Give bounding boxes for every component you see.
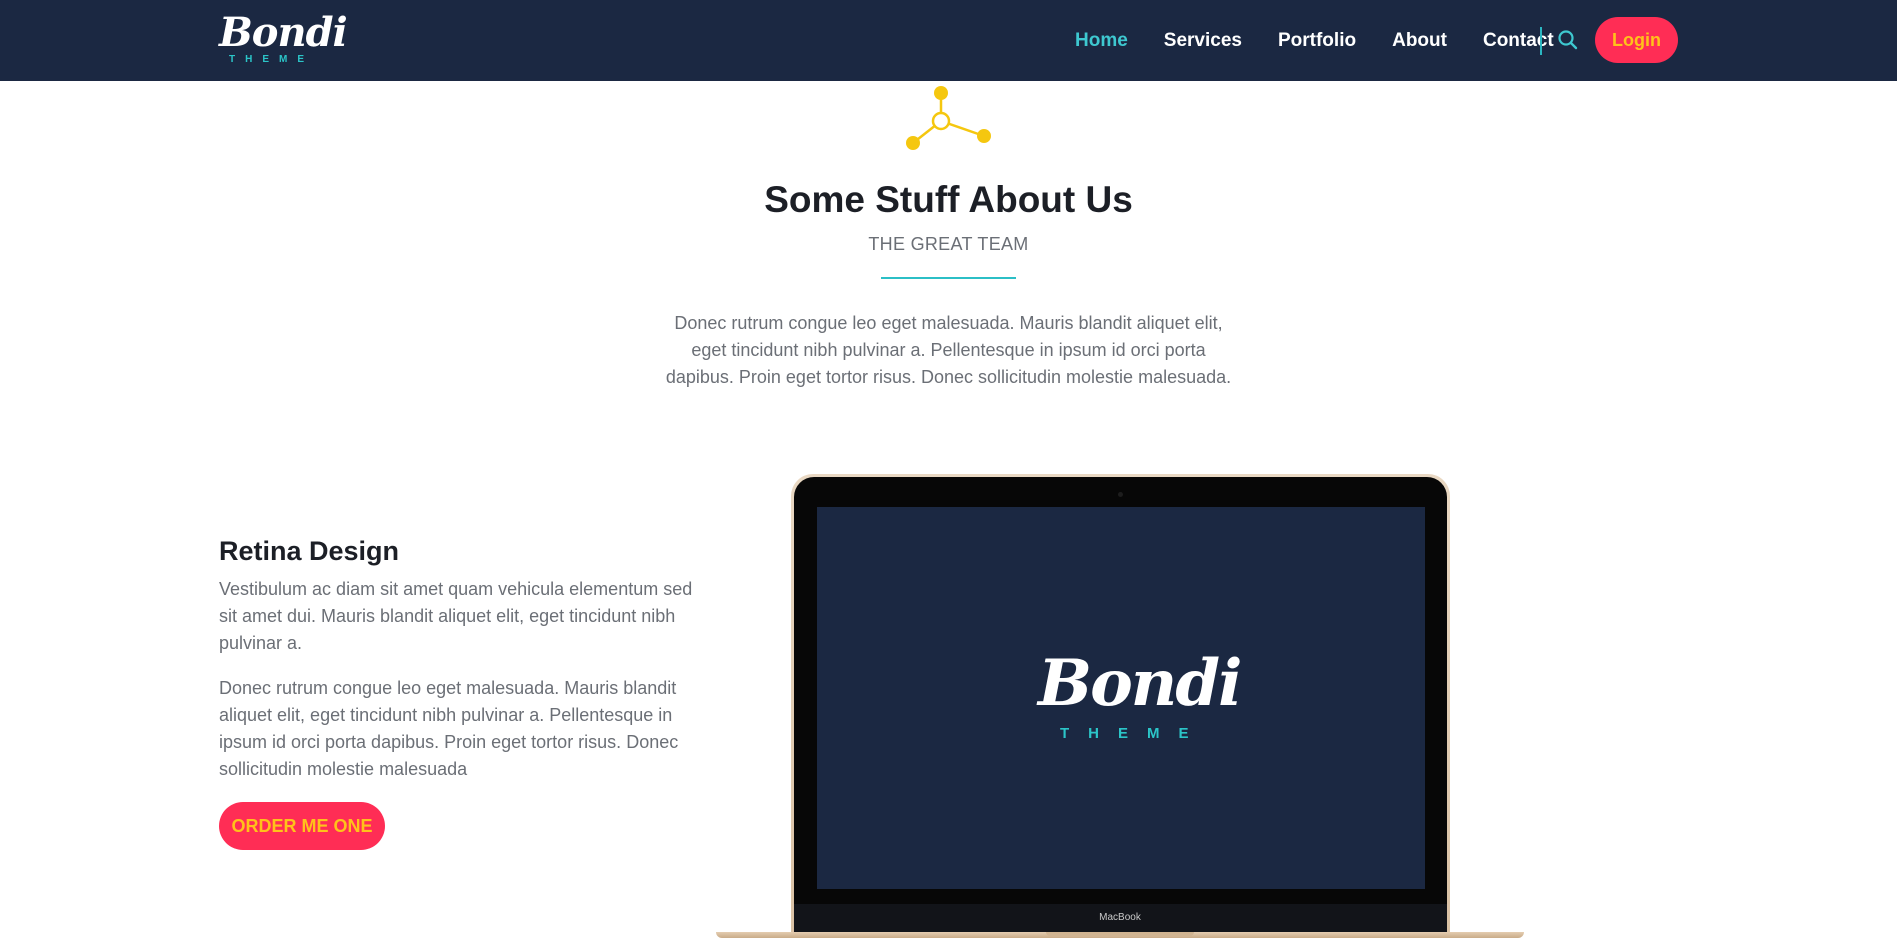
nav-item-about[interactable]: About [1392, 30, 1447, 52]
brand-tagline: THEME [229, 54, 314, 65]
feature-title: Retina Design [219, 536, 400, 566]
search-icon[interactable] [1556, 28, 1580, 52]
laptop-notch [1046, 932, 1194, 936]
laptop-mockup: Bondi THEME MacBook [716, 474, 1524, 938]
nav-item-home[interactable]: Home [1075, 30, 1128, 52]
screen-logo: Bondi THEME [1030, 647, 1242, 747]
section-title: Some Stuff About Us [764, 179, 1133, 220]
brand-name: Bondi [219, 9, 348, 56]
laptop-camera [1118, 492, 1123, 497]
section-subtitle: THE GREAT TEAM [868, 234, 1029, 254]
title-divider [881, 277, 1016, 279]
nav-item-services[interactable]: Services [1164, 30, 1242, 52]
nav-divider [1540, 27, 1542, 55]
feature-paragraph-2: Donec rutrum congue leo eget malesuada. … [219, 678, 679, 779]
brand-logo[interactable]: Bondi THEME [219, 10, 348, 70]
order-button[interactable]: ORDER ME ONE [219, 802, 385, 850]
main-nav: Home Services Portfolio About Contact [1075, 0, 1590, 81]
screen-logo-tagline: THEME [1060, 725, 1208, 742]
login-button[interactable]: Login [1595, 17, 1678, 63]
laptop-screen: Bondi THEME [817, 507, 1425, 889]
nav-item-portfolio[interactable]: Portfolio [1278, 30, 1356, 52]
screen-logo-name: Bondi [1038, 646, 1242, 721]
feature-paragraph-1: Vestibulum ac diam sit amet quam vehicul… [219, 579, 693, 653]
navbar: Bondi THEME Home Services Portfolio Abou… [0, 0, 1897, 81]
molecule-icon [900, 83, 1000, 155]
nav-item-contact[interactable]: Contact [1483, 30, 1554, 52]
intro-text: Donec rutrum congue leo eget malesuada. … [665, 313, 1232, 387]
laptop-brand-label: MacBook [1099, 912, 1141, 923]
